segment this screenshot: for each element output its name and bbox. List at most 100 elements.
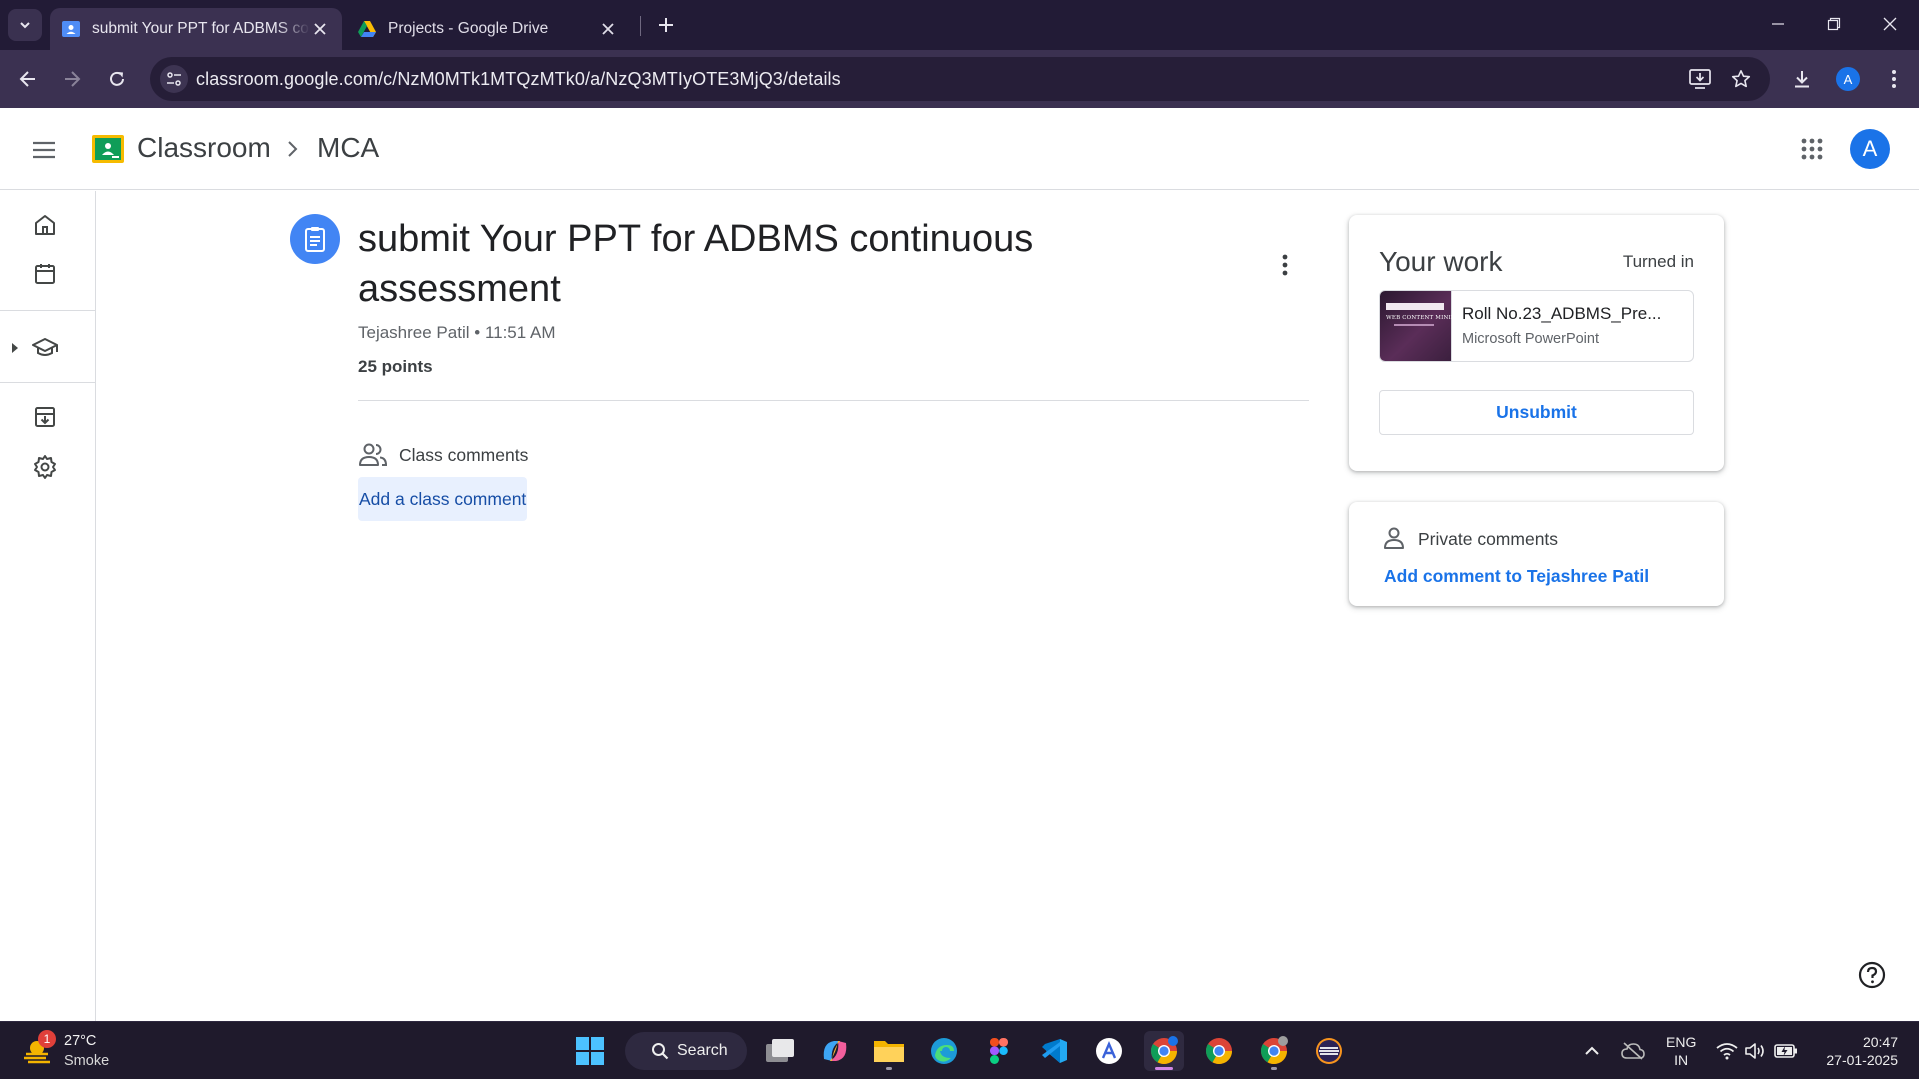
nav-enrolled[interactable] — [28, 331, 62, 365]
app-store-app[interactable] — [1089, 1031, 1129, 1071]
reload-icon — [110, 71, 124, 86]
assignment-time: 11:51 AM — [484, 323, 556, 342]
volume-tray[interactable] — [1743, 1039, 1767, 1063]
region-code: IN — [1674, 1052, 1689, 1068]
show-hidden-icons-button[interactable] — [1580, 1039, 1604, 1063]
chrome-secondary-app[interactable] — [1254, 1031, 1294, 1071]
install-app-button[interactable] — [1688, 67, 1712, 91]
nav-settings[interactable] — [28, 450, 62, 484]
windows-taskbar: 1 27°C Smoke Search ENG IN 20:47 27-01-2… — [0, 1021, 1919, 1079]
tab-title: Projects - Google Drive — [388, 20, 549, 37]
tune-icon — [167, 72, 181, 86]
archive-icon — [35, 407, 55, 427]
your-work-title: Your work — [1379, 246, 1503, 277]
classroom-favicon-icon — [62, 21, 80, 37]
bookmark-button[interactable] — [1729, 67, 1753, 91]
address-bar[interactable]: classroom.google.com/c/NzM0MTk1MTQzMTk0/… — [150, 57, 1770, 101]
rail-divider — [0, 382, 95, 383]
copilot-app[interactable] — [815, 1031, 855, 1071]
gear-icon — [34, 455, 56, 479]
running-indicator — [1271, 1067, 1277, 1070]
assignment-more-button[interactable] — [1270, 250, 1300, 280]
search-label: Search — [677, 1042, 728, 1059]
left-nav-rail — [0, 191, 96, 1021]
arrow-right-icon — [65, 71, 81, 87]
classroom-home-link[interactable]: Classroom — [137, 132, 271, 164]
onedrive-tray[interactable] — [1621, 1039, 1645, 1063]
close-window-button[interactable] — [1862, 0, 1918, 48]
nav-home[interactable] — [28, 208, 62, 242]
tab-classroom-assignment[interactable]: submit Your PPT for ADBMS continuous ass… — [50, 8, 342, 50]
tab-google-drive[interactable]: Projects - Google Drive — [346, 8, 630, 50]
tab-close-icon[interactable] — [598, 19, 618, 39]
app-icon — [1096, 1038, 1122, 1064]
expand-arrow-icon[interactable] — [10, 341, 20, 355]
windows-logo-icon — [576, 1037, 604, 1065]
minimize-icon — [1772, 23, 1784, 25]
main-menu-button[interactable] — [24, 130, 64, 170]
cloud-off-icon — [1621, 1042, 1645, 1060]
download-icon — [1795, 71, 1809, 88]
nav-calendar[interactable] — [28, 257, 62, 291]
task-view-button[interactable] — [760, 1031, 800, 1071]
chrome-icon — [1260, 1036, 1288, 1065]
system-clock[interactable]: 20:47 27-01-2025 — [1812, 1033, 1898, 1069]
taskbar-search[interactable]: Search — [625, 1032, 747, 1070]
chevron-right-icon — [288, 141, 298, 157]
restore-icon — [1827, 17, 1841, 31]
downloads-button[interactable] — [1786, 63, 1818, 95]
star-icon — [1731, 70, 1751, 88]
chevron-up-icon — [1585, 1046, 1599, 1055]
tab-close-icon[interactable] — [310, 19, 330, 39]
classroom-logo-icon — [92, 135, 124, 163]
figma-app[interactable] — [979, 1031, 1019, 1071]
figma-icon — [990, 1038, 1008, 1064]
input-language[interactable]: ENG IN — [1666, 1033, 1696, 1069]
attachment-item[interactable]: WEB CONTENT MINING Roll No.23_ADBMS_Pre.… — [1379, 290, 1694, 362]
nav-archived[interactable] — [28, 400, 62, 434]
reload-button[interactable] — [101, 63, 133, 95]
forward-button[interactable] — [56, 63, 88, 95]
assignment-points: 25 points — [358, 357, 433, 376]
folder-icon — [874, 1041, 904, 1062]
file-explorer-app[interactable] — [869, 1031, 909, 1071]
chrome-app-active[interactable] — [1144, 1031, 1184, 1071]
assignment-icon — [290, 214, 340, 264]
chrome-icon — [1150, 1036, 1178, 1065]
google-apps-button[interactable] — [1797, 134, 1827, 164]
vscode-app[interactable] — [1034, 1031, 1074, 1071]
class-name-link[interactable]: MCA — [317, 132, 379, 164]
start-button[interactable] — [570, 1031, 610, 1071]
unsubmit-button[interactable]: Unsubmit — [1379, 390, 1694, 435]
tab-search-button[interactable] — [8, 9, 42, 41]
new-tab-button[interactable] — [652, 11, 680, 39]
help-icon[interactable] — [1857, 960, 1887, 990]
browser-profile-button[interactable]: A — [1832, 63, 1864, 95]
submission-status: Turned in — [1622, 252, 1694, 271]
weather-description: Smoke — [64, 1053, 110, 1069]
minimize-button[interactable] — [1750, 0, 1806, 48]
add-private-comment-link[interactable]: Add comment to Tejashree Patil — [1384, 566, 1649, 587]
chrome-icon — [1205, 1038, 1233, 1065]
battery-tray[interactable] — [1774, 1039, 1798, 1063]
browser-menu-button[interactable] — [1878, 63, 1910, 95]
assignment-meta: Tejashree Patil • 11:51 AM — [358, 323, 556, 343]
apps-grid-icon — [1801, 138, 1823, 160]
eclipse-app[interactable] — [1309, 1031, 1349, 1071]
weather-badge: 1 — [38, 1030, 56, 1048]
chrome-profile-app[interactable] — [1199, 1031, 1239, 1071]
meta-separator: • — [474, 323, 485, 342]
content-divider — [358, 400, 1309, 401]
wifi-tray[interactable] — [1715, 1039, 1739, 1063]
edge-browser-icon — [931, 1038, 957, 1064]
account-avatar[interactable]: A — [1850, 129, 1890, 169]
thumbnail-header-bar — [1386, 303, 1444, 310]
site-info-button[interactable] — [160, 65, 188, 93]
restore-button[interactable] — [1806, 0, 1862, 48]
your-work-card: Your work Turned in WEB CONTENT MINING R… — [1349, 215, 1724, 471]
add-class-comment-button[interactable]: Add a class comment — [358, 477, 528, 521]
install-icon — [1689, 69, 1711, 89]
back-button[interactable] — [12, 63, 44, 95]
people-icon — [359, 443, 388, 466]
edge-app[interactable] — [924, 1031, 964, 1071]
